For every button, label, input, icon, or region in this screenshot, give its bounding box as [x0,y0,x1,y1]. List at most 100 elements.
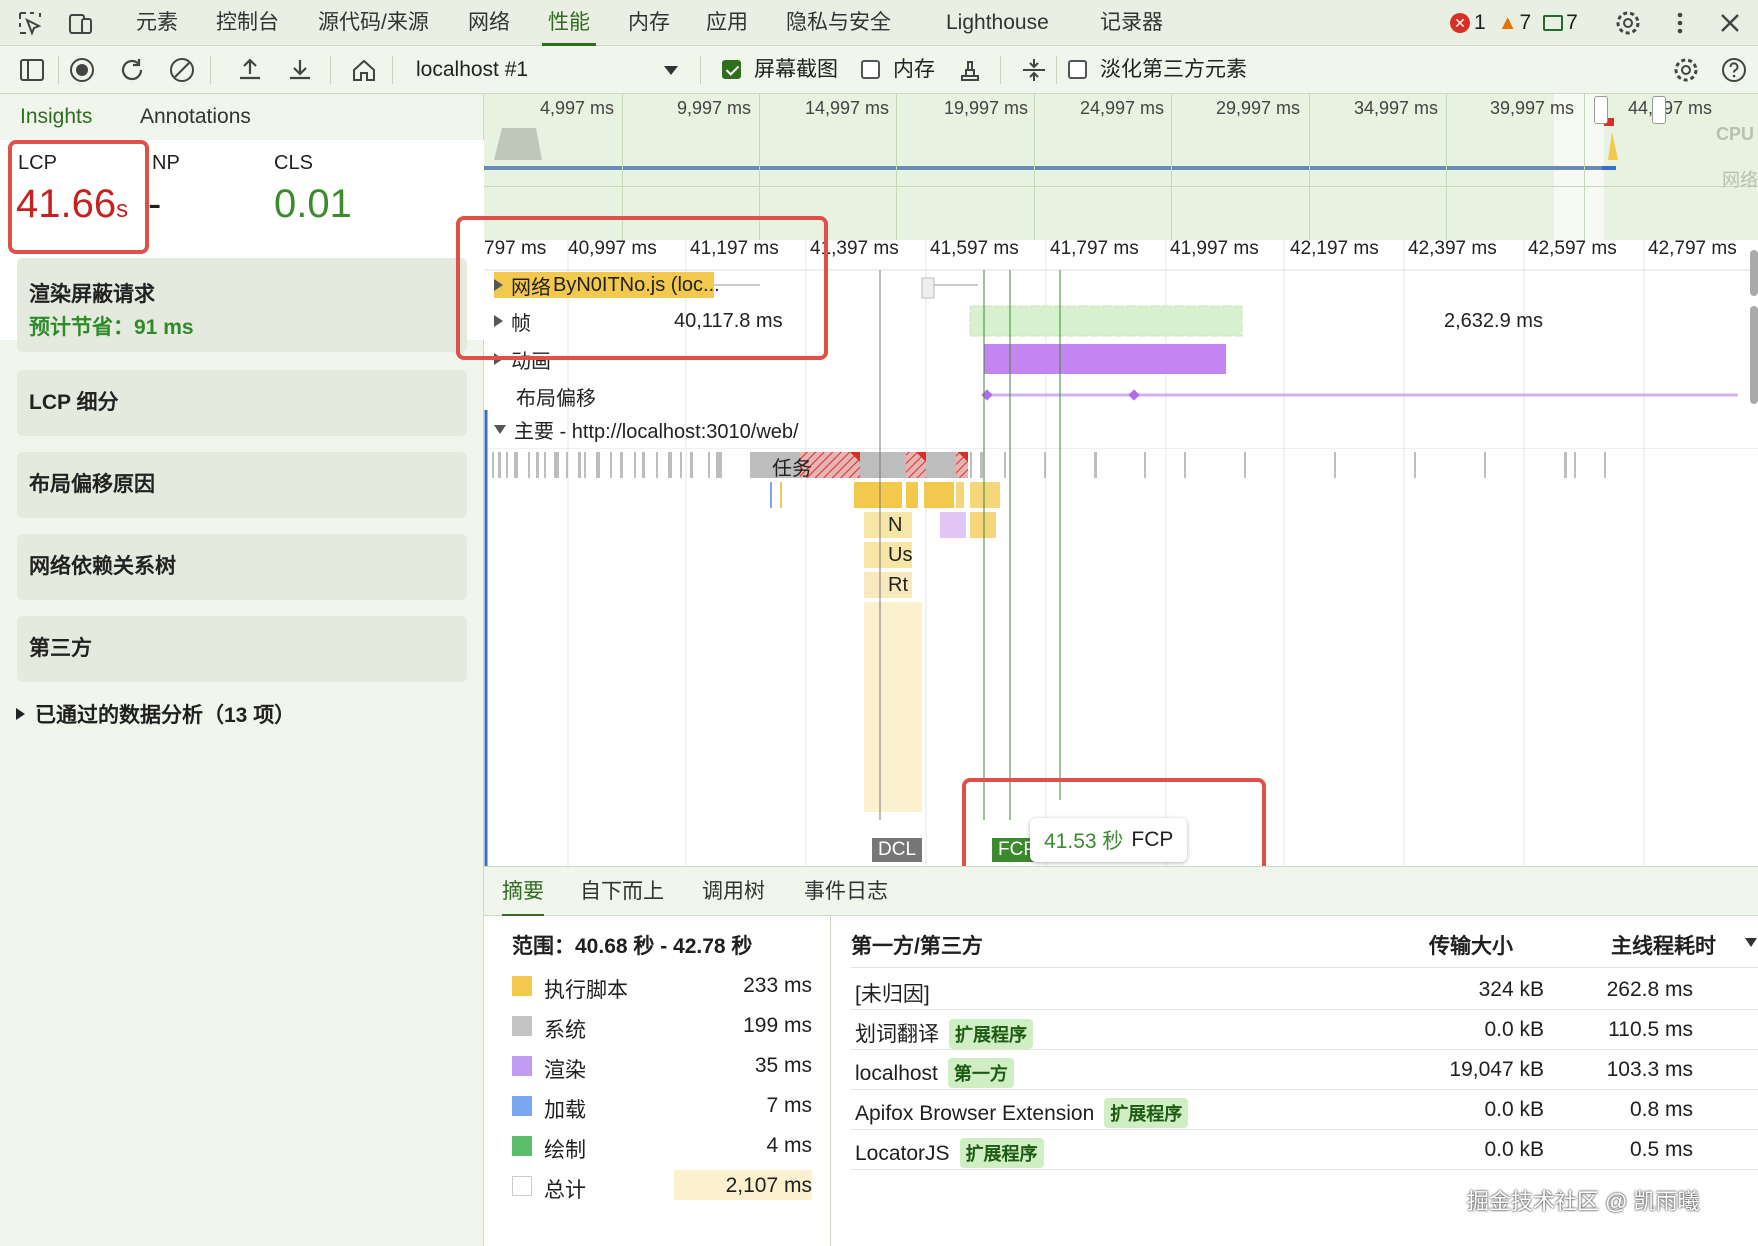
table-header: 第一方/第三方 传输大小 主线程耗时 [851,916,1758,968]
call-frame-label[interactable]: Us [888,544,912,567]
reload-record-icon[interactable] [118,56,146,84]
summary-category: 渲染 [544,1059,586,1082]
collapse-track-icon[interactable] [1020,56,1048,84]
transfer-size: 0.0 kB [1484,1018,1544,1041]
memory-label: 内存 [893,58,935,81]
table-row[interactable]: localhost 第一方 19,047 kB 103.3 ms [851,1052,1758,1090]
tab-sources[interactable]: 源代码/来源 [318,0,429,46]
tab-bottom-up[interactable]: 自下而上 [580,867,664,917]
passed-insights-label: 已通过的数据分析（13 项） [35,704,296,727]
chevron-down-icon [664,66,678,75]
close-icon[interactable] [1716,9,1744,37]
recording-target-value: localhost #1 [416,58,529,81]
screenshots-checkbox[interactable] [722,60,741,79]
entity-name: [未归因] [855,983,930,1006]
record-icon[interactable] [68,56,96,84]
legend-swatch [512,1056,532,1076]
cls-value[interactable]: 0.01 [274,182,352,227]
tab-insights[interactable]: Insights [20,94,92,140]
entity-name-cell: LocatorJS 扩展程序 [855,1138,1044,1168]
tab-performance[interactable]: 性能 [542,0,596,46]
flame-tick: 41,597 ms [930,240,1019,259]
call-frame-label[interactable]: N [888,514,902,537]
insights-sidebar: Insights Annotations LCP 41.66s NP - CLS… [0,94,484,1246]
issues-counter[interactable]: ✕ 1 ▲ 7 7 [1450,10,1578,36]
tab-lighthouse[interactable]: Lighthouse [946,0,1049,46]
upload-profile-icon[interactable] [236,56,264,84]
toolbar-divider [58,56,59,84]
insight-title: LCP 细分 [29,391,119,414]
tab-application[interactable]: 应用 [706,0,748,46]
column-header-main-thread-time[interactable]: 主线程耗时 [1611,930,1716,960]
tab-event-log[interactable]: 事件日志 [804,867,888,917]
dim-third-party-checkbox[interactable] [1068,60,1087,79]
entity-name: Apifox Browser Extension [855,1102,1095,1125]
download-profile-icon[interactable] [286,56,314,84]
flame-tick: 42,397 ms [1408,240,1497,259]
insight-title: 渲染屏蔽请求 [29,283,155,306]
track-main-thread[interactable]: 主要 - http://localhost:3010/web/ [494,414,799,444]
tab-console[interactable]: 控制台 [216,0,279,46]
table-row[interactable]: [未归因] 324 kB 262.8 ms [851,972,1758,1010]
toolbar-divider [392,56,393,84]
more-options-icon[interactable] [1666,9,1694,37]
capture-settings-gear-icon[interactable] [1672,56,1700,84]
table-row[interactable]: Apifox Browser Extension 扩展程序 0.0 kB 0.8 … [851,1092,1758,1130]
passed-insights-toggle[interactable]: 已通过的数据分析（13 项） [16,692,295,736]
column-header-entity[interactable]: 第一方/第三方 [851,930,983,960]
transfer-size: 19,047 kB [1449,1058,1544,1081]
flame-scrollbar-thumb[interactable] [1750,306,1758,404]
network-track-label: 网络 [1722,170,1758,190]
overview-tick: 14,997 ms [805,98,890,118]
toolbar-divider [1056,56,1057,84]
insight-network-dependency-tree[interactable]: 网络依赖关系树 [17,534,467,600]
help-icon[interactable] [1720,56,1748,84]
overview-tick: 24,997 ms [1080,98,1165,118]
inspect-element-icon[interactable] [16,9,44,37]
tab-recorder[interactable]: 记录器 [1100,0,1163,46]
device-toolbar-icon[interactable] [66,9,94,37]
selection-handle-right[interactable] [1652,96,1666,124]
home-icon[interactable] [350,56,378,84]
call-frame-label[interactable]: Rt [888,574,908,597]
range-label: 范围：40.68 秒 - 42.78 秒 [512,935,753,958]
summary-category: 绘制 [544,1139,586,1162]
transfer-size: 324 kB [1478,978,1544,1001]
insight-render-blocking[interactable]: 渲染屏蔽请求 预计节省：91 ms [17,258,467,352]
insight-layout-shift-culprits[interactable]: 布局偏移原因 [17,452,467,518]
garbage-collect-icon[interactable] [956,56,984,84]
summary-row-loading: 加载 7 ms [512,1088,812,1126]
table-row[interactable]: 划词翻译 扩展程序 0.0 kB 110.5 ms [851,1012,1758,1050]
summary-row-painting: 绘制 4 ms [512,1128,812,1166]
tab-network[interactable]: 网络 [468,0,510,46]
clear-icon[interactable] [168,56,196,84]
main-thread-time: 262.8 ms [1606,978,1693,1001]
tab-annotations[interactable]: Annotations [140,94,251,140]
insight-third-parties[interactable]: 第三方 [17,616,467,682]
flame-scrollbar[interactable] [1750,250,1758,296]
tab-memory[interactable]: 内存 [628,0,670,46]
task-label[interactable]: 任务 [772,452,812,481]
tab-privacy-security[interactable]: 隐私与安全 [786,0,891,46]
dcl-marker[interactable]: DCL [872,838,923,862]
track-main-thread-label: 主要 - http://localhost:3010/web/ [514,420,799,443]
column-header-transfer-size[interactable]: 传输大小 [1429,930,1513,960]
summary-category: 总计 [544,1179,586,1202]
entity-name-cell: Apifox Browser Extension 扩展程序 [855,1098,1189,1128]
tab-summary[interactable]: 摘要 [502,867,544,917]
highlight-box-network [456,216,828,360]
table-row[interactable]: LocatorJS 扩展程序 0.0 kB 0.5 ms [851,1132,1758,1170]
track-layout-shifts-label[interactable]: 布局偏移 [516,382,596,411]
toggle-sidebar-icon[interactable] [18,56,46,84]
tab-elements[interactable]: 元素 [136,0,178,46]
entity-name: 划词翻译 [855,1023,939,1046]
insight-lcp-breakdown[interactable]: LCP 细分 [17,370,467,436]
sort-desc-icon[interactable] [1745,938,1757,947]
tab-call-tree[interactable]: 调用树 [702,867,765,917]
settings-gear-icon[interactable] [1614,9,1642,37]
memory-checkbox[interactable] [861,60,880,79]
recording-target-select[interactable]: localhost #1 [404,46,686,94]
insight-title: 网络依赖关系树 [29,555,176,578]
selection-handle-left[interactable] [1594,96,1608,124]
flame-tick: 42,797 ms [1648,240,1737,259]
